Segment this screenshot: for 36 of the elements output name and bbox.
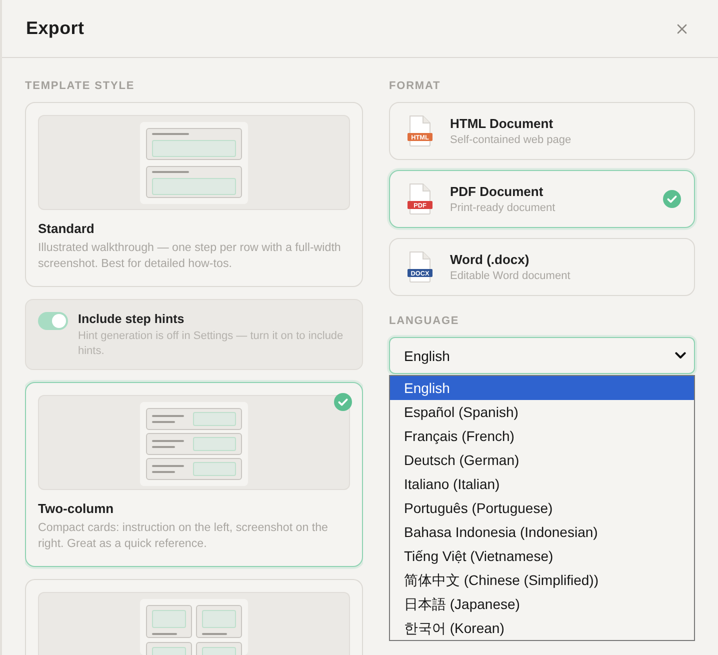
template-title: Standard [38,220,96,238]
format-title: PDF Document [450,182,544,200]
language-option[interactable]: Tiếng Việt (Vietnamese) [390,544,694,568]
format-description: Self-contained web page [450,132,572,148]
language-select[interactable]: English [389,337,695,374]
template-title: Two-column [38,500,115,518]
template-card[interactable]: Standard Illustrated walkthrough — one step per row with a full-width screenshot. Best for detailed how-tos. [25,102,363,287]
toggle-title: Include step hints [78,311,186,328]
check-icon [334,393,352,411]
format-description: Editable Word document [450,268,572,284]
language-option[interactable]: Deutsch (German) [390,448,694,472]
chevron-down-icon [675,352,686,359]
format-title: Word (.docx) [450,250,530,268]
language-option[interactable]: 한국어 (Korean) [390,616,694,640]
language-option[interactable]: English [390,376,694,400]
format-title: HTML Document [450,114,554,132]
template-card[interactable] [25,579,363,655]
format-description: Print-ready document [450,200,556,216]
language-option[interactable]: 简体中文 (Chinese (Simplified)) [390,568,694,592]
section-label: FORMAT [389,79,442,93]
template-card[interactable]: Two-column Compact cards: instruction on the left, screenshot on the right. Great as a quick reference. [25,382,363,567]
dialog-title: Export [26,18,84,39]
close-icon [677,24,687,34]
language-option[interactable]: Português (Portuguese) [390,496,694,520]
template-description: Compact cards: instruction on the left, screenshot on the right. Great as a quick reference. [38,520,329,552]
language-option[interactable]: Français (French) [390,424,694,448]
section-label: LANGUAGE [389,314,460,328]
close-button[interactable] [676,22,688,34]
check-icon [663,190,681,208]
template-description: Illustrated walkthrough — one step per row with a full-width screenshot. Best for detailed how-tos. [38,240,342,272]
section-label: TEMPLATE STYLE [25,79,136,93]
toggle-description: Hint generation is off in Settings — turn it on to include hints. [78,329,344,359]
language-option[interactable]: Italiano (Italian) [390,472,694,496]
language-option[interactable]: Bahasa Indonesia (Indonesian) [390,520,694,544]
language-option[interactable]: 日本語 (Japanese) [390,592,694,616]
language-option[interactable]: Español (Spanish) [390,400,694,424]
